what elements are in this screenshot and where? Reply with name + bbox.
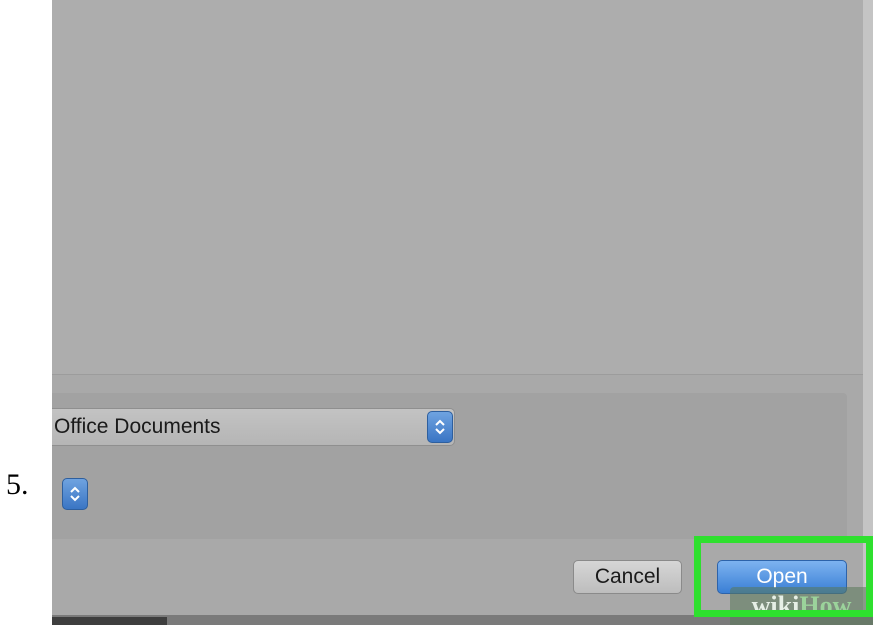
divider <box>52 374 863 375</box>
updown-chevron-icon[interactable] <box>62 478 88 510</box>
updown-chevron-icon[interactable] <box>427 411 453 443</box>
file-browser-area[interactable] <box>52 0 864 375</box>
open-button-highlight <box>694 536 873 617</box>
cancel-button[interactable]: Cancel <box>573 560 682 594</box>
window-bottom-shadow <box>52 617 167 625</box>
step-number: 5. <box>6 468 29 501</box>
window-edge <box>863 0 873 625</box>
file-type-popup[interactable]: Office Documents <box>52 408 455 446</box>
open-file-dialog: Office Documents Cancel Open wikiHow <box>52 0 873 625</box>
file-type-selected: Office Documents <box>54 415 221 438</box>
